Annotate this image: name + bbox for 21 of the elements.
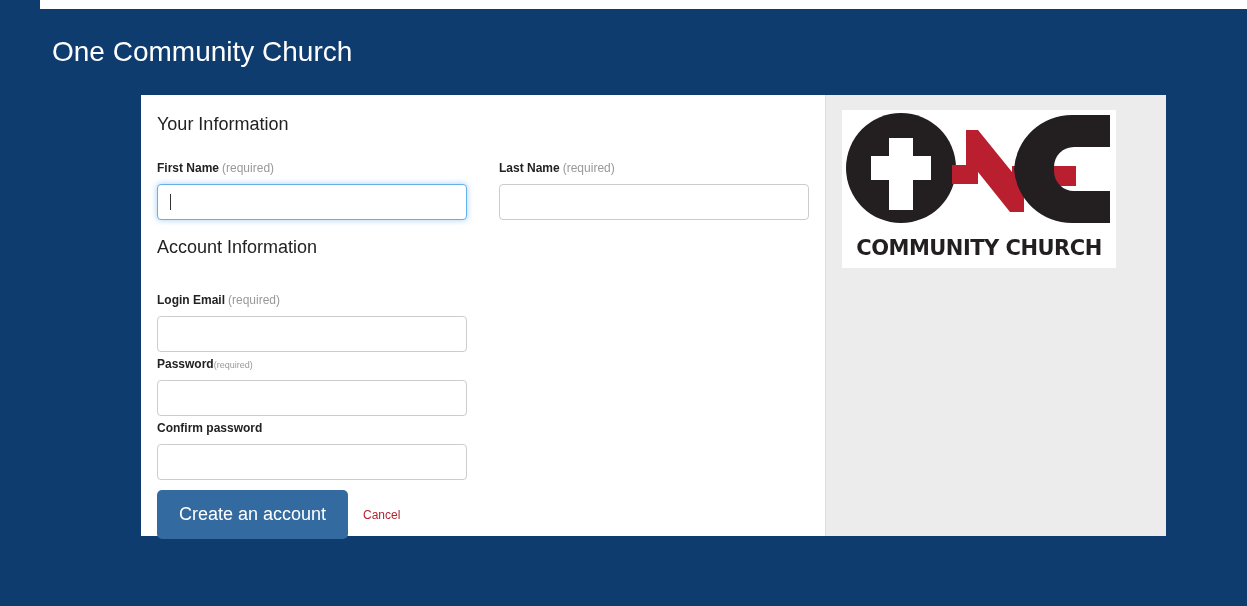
field-label: Confirm password [157, 420, 263, 436]
field-label: Password [157, 356, 214, 372]
required-hint: (required) [222, 160, 275, 176]
field-label: Login Email [157, 292, 225, 308]
input-field[interactable] [499, 184, 809, 220]
logo-caption: COMMUNITY CHURCH [856, 235, 1102, 262]
input-field[interactable] [157, 316, 467, 352]
required-hint: (required) [213, 360, 253, 372]
text-cursor [170, 194, 171, 210]
input-field[interactable] [157, 444, 467, 480]
input-field[interactable] [157, 184, 467, 220]
create-account-button[interactable]: Create an account [157, 490, 348, 539]
section-heading: Your Information [157, 113, 289, 135]
required-hint: (required) [562, 160, 615, 176]
field-label: Last Name [499, 160, 560, 176]
section-heading: Account Information [157, 236, 318, 258]
field-label: First Name [157, 160, 220, 176]
site-title: One Community Church [52, 36, 353, 68]
required-hint: (required) [228, 292, 281, 308]
cancel-link[interactable]: Cancel [363, 505, 401, 524]
input-field[interactable] [157, 380, 467, 416]
